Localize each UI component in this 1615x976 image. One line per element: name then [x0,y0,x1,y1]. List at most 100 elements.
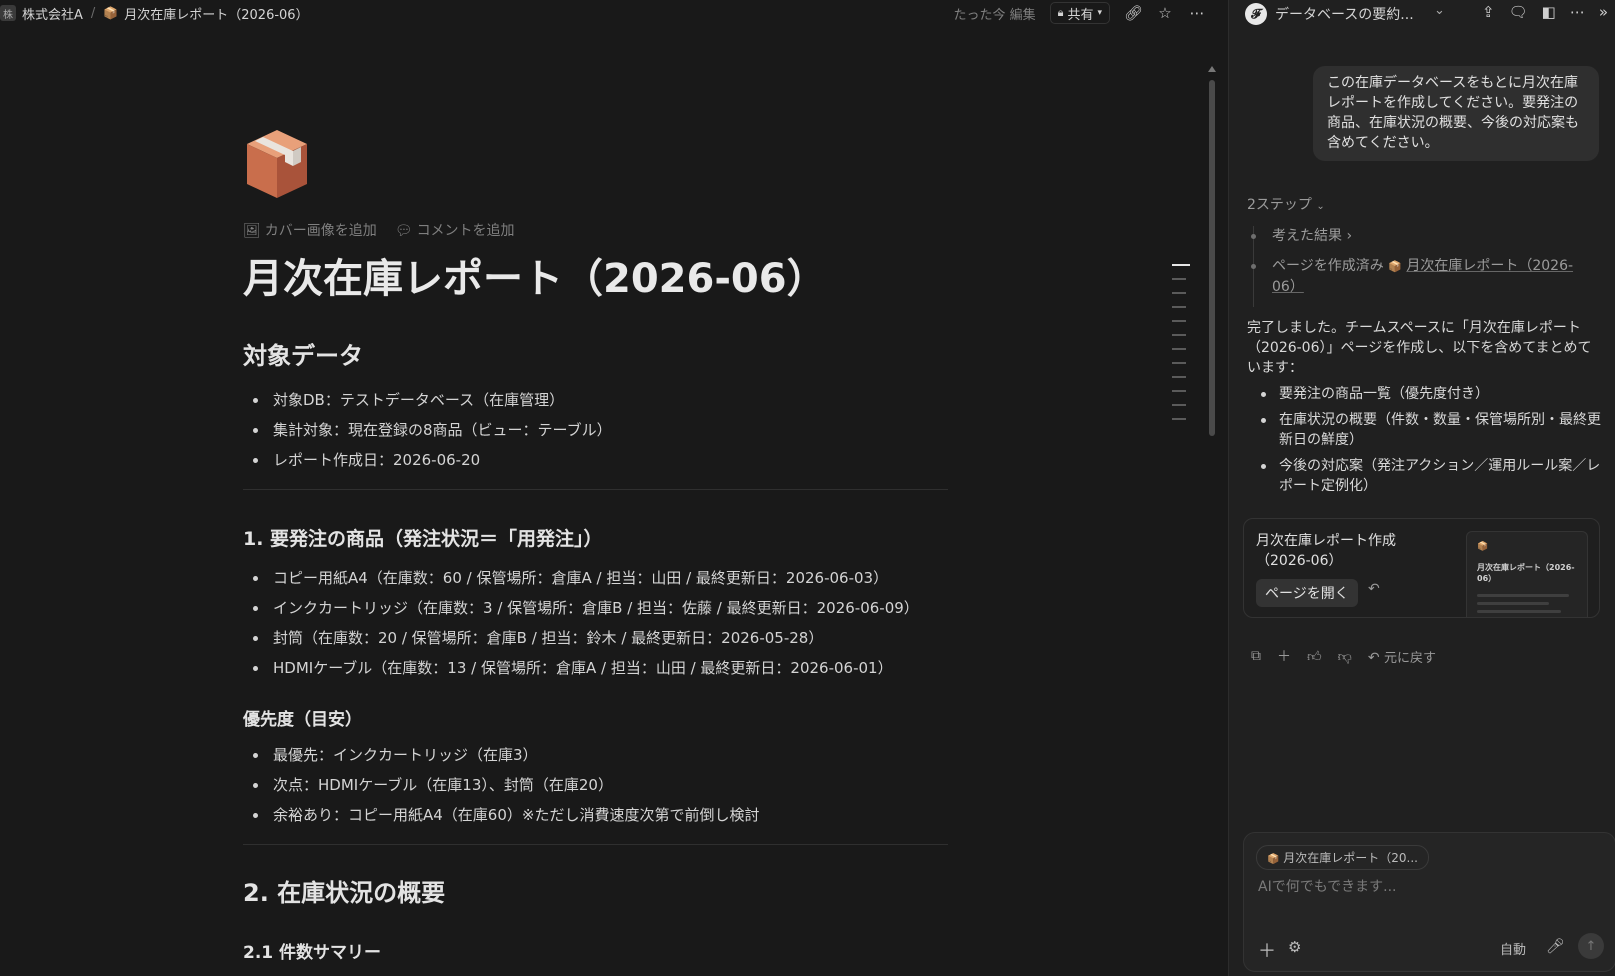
scrollbar-thumb[interactable] [1209,80,1215,436]
sidebar-toggle-icon[interactable]: ◧ [1542,3,1556,21]
thumbnail-title: 月次在庫レポート（2026-06） [1477,563,1575,583]
toc-marker[interactable] [1172,348,1186,350]
scrollbar[interactable] [1208,66,1216,436]
thumbnail-line [1477,602,1549,605]
divider [243,489,948,490]
message-actions: ⧉ ＋ 👍︎ 👎︎ ↶ 元に戻す [1251,646,1436,666]
thumbnail-line [1477,594,1569,597]
toc-marker[interactable] [1172,404,1186,406]
ai-panel-header: 𝓕 データベースの要約... ⌄ ⇪ 🗨︎ ◧ ⋯ » [1229,0,1615,26]
step-thought[interactable]: 考えた結果 › [1251,226,1593,246]
thumbs-up-icon[interactable]: 👍︎ [1307,648,1322,665]
add-attachment-icon[interactable]: ＋ [1258,937,1276,963]
settings-sliders-icon[interactable]: ⚙︎ [1288,938,1301,956]
toc-marker[interactable] [1172,390,1186,392]
ai-prompt-input[interactable] [1258,879,1598,895]
page-preview-card[interactable]: 月次在庫レポート作成（2026-06） ページを開く ↶ 📦 月次在庫レポート（… [1243,518,1600,618]
share-button[interactable]: 🔒︎ 共有 ▾ [1049,2,1110,24]
toc-marker[interactable] [1172,334,1186,336]
undo-icon[interactable]: ↶ [1368,581,1380,597]
list-item[interactable]: 次点：HDMIケーブル（在庫13）、封筒（在庫20） [243,770,948,800]
context-chip-label: 月次在庫レポート（20... [1283,851,1418,865]
heading-priority[interactable]: 優先度（目安） [243,705,948,730]
page-thumbnail[interactable]: 📦 月次在庫レポート（2026-06） [1466,531,1588,617]
star-icon[interactable]: ☆ [1156,4,1174,22]
context-chip[interactable]: 📦 月次在庫レポート（20... [1256,845,1429,870]
heading-target-data[interactable]: 対象データ [243,336,948,371]
page-title[interactable]: 月次在庫レポート（2026-06） [243,246,827,304]
copy-icon[interactable]: ⧉ [1251,648,1261,664]
collapse-icon[interactable]: » [1599,3,1608,21]
comment-icon: 💬︎ [394,223,413,239]
list-item[interactable]: 余裕あり：コピー用紙A4（在庫60）※ただし消費速度次第で前倒し検討 [243,800,948,830]
steps-label: 2ステップ [1247,197,1312,213]
package-icon: 📦 [1477,542,1489,552]
plus-icon[interactable]: ＋ [1277,646,1291,666]
package-icon[interactable] [243,126,311,202]
breadcrumb-page[interactable]: 月次在庫レポート（2026-06） [124,4,308,23]
list-item[interactable]: 最優先：インクカートリッジ（在庫3） [243,740,948,770]
list-item[interactable]: インクカートリッジ（在庫数：3 / 保管場所：倉庫B / 担当：佐藤 / 最終更… [243,593,948,623]
list-item: 要発注の商品一覧（優先度付き） [1247,384,1602,404]
undo-icon: ↶ [1367,649,1380,666]
top-bar: 株 株式会社A / 📦 月次在庫レポート（2026-06） たった今 編集 🔒︎… [0,0,1228,26]
toc-marker[interactable] [1172,306,1186,308]
ai-reply-list: 要発注の商品一覧（優先度付き） 在庫状況の概要（件数・数量・保管場所別・最終更新… [1247,384,1602,496]
breadcrumb-page-icon: 📦 [103,6,119,20]
user-message: この在庫データベースをもとに月次在庫レポートを作成してください。要発注の商品、在… [1313,66,1599,161]
list-item[interactable]: 対象DB：テストデータベース（在庫管理） [243,385,948,415]
list-item[interactable]: 集計対象：現在登録の8商品（ビュー：テーブル） [243,415,948,445]
toc-marker[interactable] [1172,292,1186,294]
thumbs-down-icon[interactable]: 👎︎ [1338,648,1352,665]
step-thought-label: 考えた結果 [1272,228,1342,244]
share-label: 共有 [1067,7,1094,23]
card-title: 月次在庫レポート作成（2026-06） [1256,533,1396,569]
chevron-down-icon[interactable]: ⌄ [1434,3,1445,18]
mode-selector[interactable]: 自動 [1500,939,1526,958]
table-of-contents-indicator[interactable] [1172,264,1190,432]
step-page-created[interactable]: ページを作成済み 📦 月次在庫レポート（2026-06） [1251,256,1593,297]
heading-overview[interactable]: 2. 在庫状況の概要 [243,873,948,908]
toc-marker[interactable] [1172,278,1186,280]
more-icon[interactable]: ⋯ [1570,3,1585,21]
steps-toggle[interactable]: 2ステップ ⌄ [1247,194,1325,214]
priority-list: 最優先：インクカートリッジ（在庫3） 次点：HDMIケーブル（在庫13）、封筒（… [243,740,948,830]
heading-reorder[interactable]: 1. 要発注の商品（発注状況＝「用発注」） [243,524,948,551]
share-icon[interactable]: ⇪ [1482,3,1495,21]
divider [243,844,948,845]
send-button[interactable]: ↑ [1578,933,1604,959]
image-icon: 🖼︎ [243,223,261,239]
reorder-list: コピー用紙A4（在庫数：60 / 保管場所：倉庫A / 担当：山田 / 最終更新… [243,563,948,683]
list-item[interactable]: 封筒（在庫数：20 / 保管場所：倉庫B / 担当：鈴木 / 最終更新日：202… [243,623,948,653]
step-list: 考えた結果 › ページを作成済み 📦 月次在庫レポート（2026-06） [1251,226,1593,307]
toc-marker[interactable] [1172,264,1190,266]
new-chat-icon[interactable]: 🗨︎ [1509,3,1528,21]
list-item[interactable]: HDMIケーブル（在庫数：13 / 保管場所：倉庫A / 担当：山田 / 最終更… [243,653,948,683]
toc-marker[interactable] [1172,418,1186,420]
toc-marker[interactable] [1172,362,1186,364]
more-icon[interactable]: ⋯ [1188,4,1206,22]
toc-marker[interactable] [1172,320,1186,322]
scroll-up-arrow[interactable] [1208,66,1216,72]
package-icon: 📦 [1267,854,1280,865]
toc-marker[interactable] [1172,376,1186,378]
ai-reply: 完了しました。チームスペースに「月次在庫レポート（2026-06）」ページを作成… [1247,318,1602,502]
chevron-down-icon: ⌄ [1316,201,1325,212]
topbar-actions: たった今 編集 🔒︎ 共有 ▾ 🔗︎ ☆ ⋯ [953,0,1206,26]
ai-chat-title[interactable]: データベースの要約... [1275,4,1414,24]
undo-button[interactable]: ↶ 元に戻す [1368,647,1436,666]
microphone-icon[interactable]: 🎤︎ [1546,937,1565,955]
workspace-badge[interactable]: 株 [0,5,16,21]
add-cover-button[interactable]: 🖼︎ カバー画像を追加 [243,220,377,240]
link-icon[interactable]: 🔗︎ [1124,4,1143,22]
list-item[interactable]: レポート作成日：2026-06-20 [243,445,948,475]
add-comment-button[interactable]: 💬︎ コメントを追加 [395,220,515,240]
heading-count-summary[interactable]: 2.1 件数サマリー [243,938,948,963]
page-actions: 🖼︎ カバー画像を追加 💬︎ コメントを追加 [243,220,515,240]
breadcrumb-workspace[interactable]: 株式会社A [22,4,83,23]
package-icon: 📦 [1388,260,1402,273]
list-item: 在庫状況の概要（件数・数量・保管場所別・最終更新日の鮮度） [1247,410,1602,450]
list-item[interactable]: コピー用紙A4（在庫数：60 / 保管場所：倉庫A / 担当：山田 / 最終更新… [243,563,948,593]
open-page-button[interactable]: ページを開く [1256,579,1358,607]
chevron-down-icon: ▾ [1097,8,1102,18]
